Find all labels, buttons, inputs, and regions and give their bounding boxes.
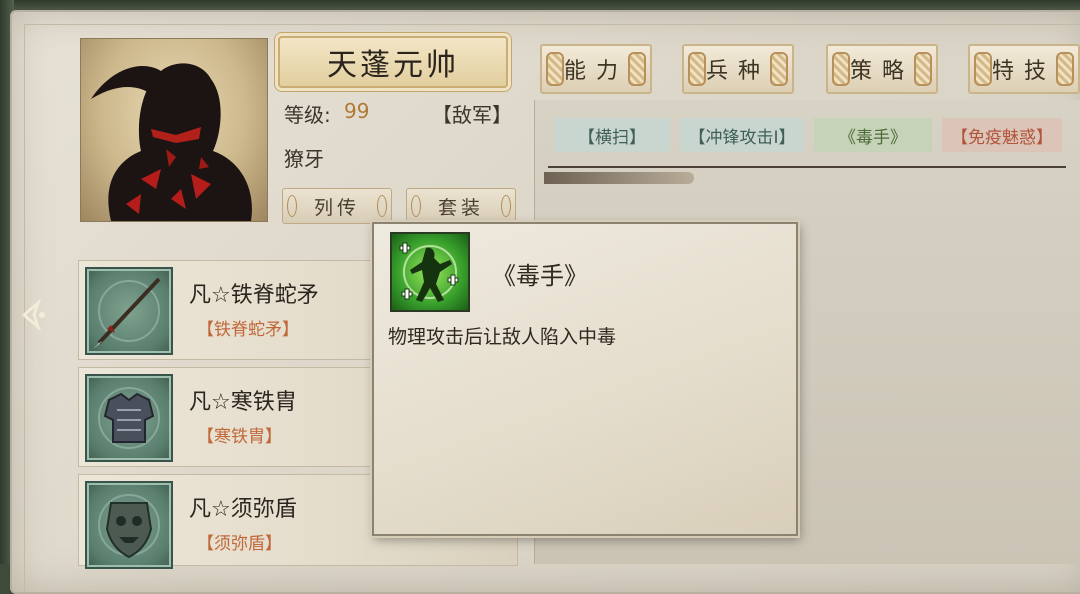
character-name: 天蓬元帅 [327, 48, 459, 83]
left-arrow-icon[interactable] [20, 298, 54, 340]
skills-divider [548, 166, 1066, 168]
tab-special-skill-label: 特技 [991, 59, 1056, 84]
shield-icon [85, 481, 173, 569]
armor-icon [85, 374, 173, 462]
faction-label: 【敌军】 [432, 103, 512, 127]
spear-icon [85, 267, 173, 355]
equipment-name: 凡☆寒铁胄 [189, 390, 297, 415]
tooltip-title: 《毒手》 [492, 262, 588, 290]
level-label: 等级: [284, 103, 331, 127]
character-subtitle: 獠牙 [284, 147, 324, 171]
ornament-icon [832, 52, 850, 86]
poison-hand-icon [390, 232, 470, 312]
ornament-icon [974, 52, 992, 86]
character-portrait [80, 38, 268, 222]
skills-scroll-indicator [544, 172, 694, 184]
level-value: 99 [344, 99, 370, 123]
skill-tooltip: 《毒手》 物理攻击后让敌人陷入中毒 [372, 222, 798, 536]
ornament-icon [914, 52, 932, 86]
ornament-icon [770, 52, 788, 86]
skill-tag-charm-immunity[interactable]: 【免疫魅惑】 [942, 118, 1062, 152]
skill-tag-poison-hand[interactable]: 《毒手》 [814, 118, 932, 152]
ornament-icon [628, 52, 646, 86]
equipment-type: 【寒铁胄】 [197, 427, 282, 447]
equipment-type: 【须弥盾】 [197, 534, 282, 554]
ornament-icon [1056, 52, 1074, 86]
character-name-plate: 天蓬元帅 [278, 36, 508, 88]
ornament-icon [546, 52, 564, 86]
biography-button[interactable]: 列传 [282, 188, 392, 224]
warrior-portrait-icon [91, 63, 252, 221]
skill-tag-charge[interactable]: 【冲锋攻击Ⅰ】 [680, 118, 804, 152]
tab-special-skill[interactable]: 特技 [968, 44, 1080, 94]
tab-troops-label: 兵种 [705, 59, 770, 84]
set-button[interactable]: 套装 [406, 188, 516, 224]
tab-ability[interactable]: 能力 [540, 44, 652, 94]
ornament-icon [688, 52, 706, 86]
skill-tag-sweep[interactable]: 【横扫】 [554, 118, 670, 152]
tab-strategy-label: 策略 [849, 59, 914, 84]
tab-troops[interactable]: 兵种 [682, 44, 794, 94]
equipment-type: 【铁脊蛇矛】 [197, 320, 299, 340]
equipment-name: 凡☆须弥盾 [189, 497, 297, 522]
tab-strategy[interactable]: 策略 [826, 44, 938, 94]
tooltip-description: 物理攻击后让敌人陷入中毒 [388, 326, 617, 348]
tab-ability-label: 能力 [563, 59, 628, 84]
equipment-name: 凡☆铁脊蛇矛 [189, 283, 319, 308]
